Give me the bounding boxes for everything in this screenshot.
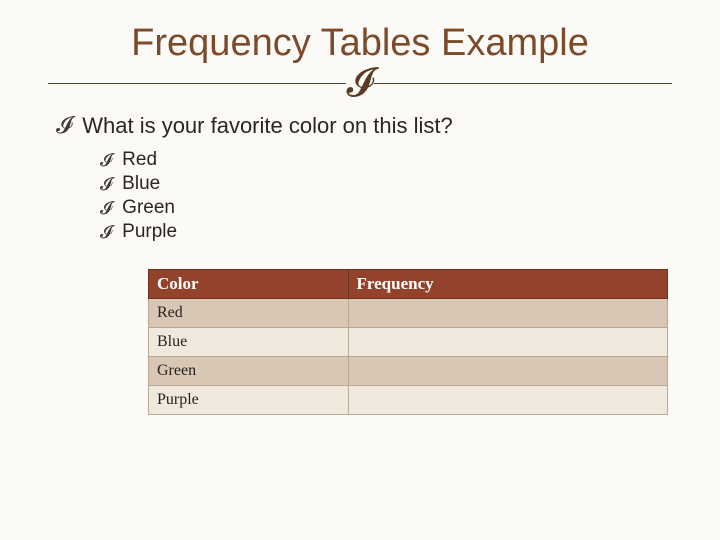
options-list: 𝓘 Red 𝓘 Blue 𝓘 Green 𝓘 Purple — [100, 149, 664, 243]
title-ornament: 𝓘 — [48, 71, 672, 95]
bullet-icon: 𝓘 — [100, 175, 112, 193]
bullet-icon: 𝓘 — [100, 151, 112, 169]
table-row: Blue — [149, 328, 668, 357]
table-row: Red — [149, 299, 668, 328]
col-header-frequency: Frequency — [348, 270, 667, 299]
col-header-color: Color — [149, 270, 349, 299]
frequency-table: Color Frequency Red Blue Green — [148, 269, 668, 415]
question-row: 𝓘 What is your favorite color on this li… — [56, 113, 664, 139]
table-row: Purple — [149, 386, 668, 415]
content-body: 𝓘 What is your favorite color on this li… — [48, 113, 672, 415]
list-item: 𝓘 Red — [100, 149, 664, 171]
list-item: 𝓘 Green — [100, 197, 664, 219]
table-row: Green — [149, 357, 668, 386]
slide: Frequency Tables Example 𝓘 𝓘 What is you… — [0, 0, 720, 540]
cell-color: Red — [149, 299, 349, 328]
cell-color: Green — [149, 357, 349, 386]
cell-frequency — [348, 328, 667, 357]
ornament-line-right — [374, 83, 672, 84]
cell-color: Purple — [149, 386, 349, 415]
option-label: Purple — [122, 221, 177, 243]
frequency-table-wrap: Color Frequency Red Blue Green — [148, 269, 668, 415]
table-header-row: Color Frequency — [149, 270, 668, 299]
cell-frequency — [348, 357, 667, 386]
ornament-line-left — [48, 83, 346, 84]
option-label: Green — [122, 197, 175, 219]
bullet-icon: 𝓘 — [100, 199, 112, 217]
bullet-icon: 𝓘 — [100, 223, 112, 241]
option-label: Red — [122, 149, 157, 171]
list-item: 𝓘 Blue — [100, 173, 664, 195]
page-title: Frequency Tables Example — [48, 22, 672, 65]
cell-frequency — [348, 299, 667, 328]
flourish-icon: 𝓘 — [346, 71, 373, 95]
cell-color: Blue — [149, 328, 349, 357]
option-label: Blue — [122, 173, 160, 195]
cell-frequency — [348, 386, 667, 415]
list-item: 𝓘 Purple — [100, 221, 664, 243]
question-text: What is your favorite color on this list… — [82, 113, 452, 139]
bullet-icon: 𝓘 — [56, 114, 72, 138]
